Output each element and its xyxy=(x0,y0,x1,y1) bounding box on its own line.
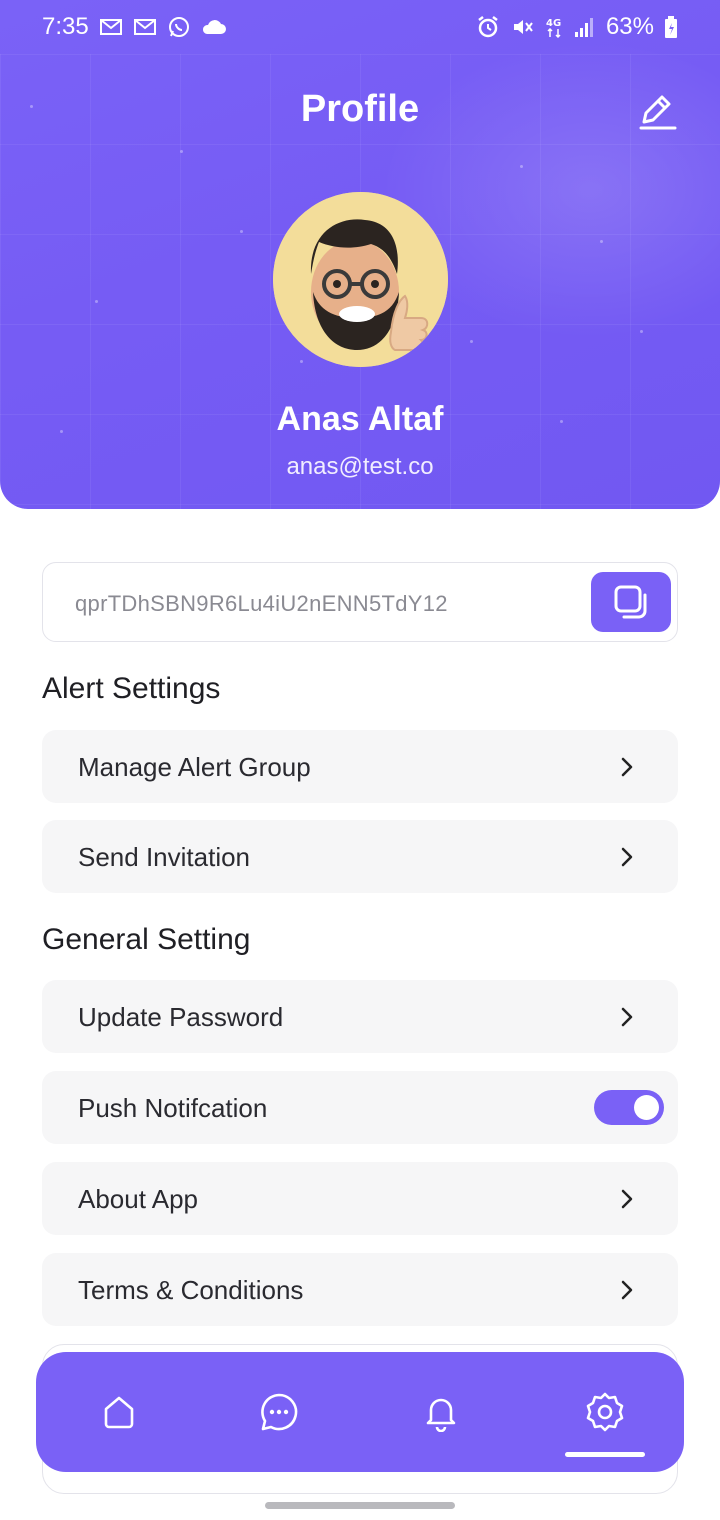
page-title: Profile xyxy=(300,88,420,130)
about-app-item[interactable]: About App xyxy=(42,1162,678,1235)
push-notification-toggle[interactable] xyxy=(594,1090,664,1125)
decor-dot xyxy=(180,150,183,153)
manage-alert-group-item[interactable]: Manage Alert Group xyxy=(42,730,678,803)
gmail-icon xyxy=(133,19,156,35)
signal-icon xyxy=(574,18,593,37)
referral-code-text: qprTDhSBN9R6Lu4iU2nENN5TdY12 xyxy=(75,591,448,616)
battery-percent: 63% xyxy=(605,13,654,40)
tab-home[interactable] xyxy=(95,1388,143,1436)
avatar xyxy=(273,192,448,367)
decor-dot xyxy=(300,360,303,363)
edit-profile-button[interactable] xyxy=(636,90,678,132)
cloud-icon xyxy=(202,20,226,34)
decor-dot xyxy=(600,240,603,243)
chat-icon xyxy=(261,1393,298,1431)
chevron-right-icon xyxy=(621,1280,633,1300)
settings-icon xyxy=(586,1392,624,1432)
chevron-right-icon xyxy=(621,757,633,777)
alarm-icon xyxy=(478,16,498,38)
decor-dot xyxy=(520,165,523,168)
row-label: Push Notifcation xyxy=(78,1093,268,1123)
tab-notifications[interactable] xyxy=(417,1388,465,1436)
bottom-tab-bar xyxy=(36,1352,684,1472)
svg-text:4G: 4G xyxy=(546,18,561,29)
row-label: Terms & Conditions xyxy=(78,1275,304,1305)
row-label: Update Password xyxy=(78,1002,284,1032)
edit-icon xyxy=(639,95,677,130)
decor-dot xyxy=(240,230,243,233)
system-home-indicator[interactable] xyxy=(265,1502,455,1509)
section-title-alert-settings: Alert Settings xyxy=(42,672,221,705)
user-email: anas@test.co xyxy=(286,453,434,480)
terms-conditions-item[interactable]: Terms & Conditions xyxy=(42,1253,678,1326)
copy-code-button[interactable] xyxy=(591,572,671,632)
whatsapp-icon xyxy=(168,17,189,37)
active-tab-indicator xyxy=(565,1452,645,1457)
memoji-avatar-image xyxy=(273,192,448,367)
update-password-item[interactable]: Update Password xyxy=(42,980,678,1053)
tab-settings[interactable] xyxy=(581,1388,629,1436)
mute-icon xyxy=(513,20,533,34)
status-time: 7:35 xyxy=(42,13,89,40)
network-icon: 4G xyxy=(546,18,561,39)
row-label: Manage Alert Group xyxy=(78,752,311,782)
toggle-knob xyxy=(634,1095,659,1120)
decor-dot xyxy=(640,330,643,333)
status-bar: 7:35 4G 63% xyxy=(0,0,720,54)
row-label: About App xyxy=(78,1184,198,1214)
chevron-right-icon xyxy=(621,1007,633,1027)
row-label: Send Invitation xyxy=(78,842,251,872)
user-name: Anas Altaf xyxy=(276,400,444,438)
battery-icon xyxy=(665,16,677,38)
gmail-icon xyxy=(99,19,122,35)
send-invitation-item[interactable]: Send Invitation xyxy=(42,820,678,893)
decor-dot xyxy=(470,340,473,343)
copy-icon xyxy=(614,585,647,619)
home-icon xyxy=(104,1396,134,1429)
push-notification-item: Push Notifcation xyxy=(42,1071,678,1144)
decor-dot xyxy=(95,300,98,303)
chevron-right-icon xyxy=(621,1189,633,1209)
section-title-general-setting: General Setting xyxy=(42,923,251,956)
referral-code-field: qprTDhSBN9R6Lu4iU2nENN5TdY12 xyxy=(42,562,678,642)
chevron-right-icon xyxy=(621,847,633,867)
tab-chat[interactable] xyxy=(255,1388,303,1436)
bell-icon xyxy=(426,1398,456,1432)
